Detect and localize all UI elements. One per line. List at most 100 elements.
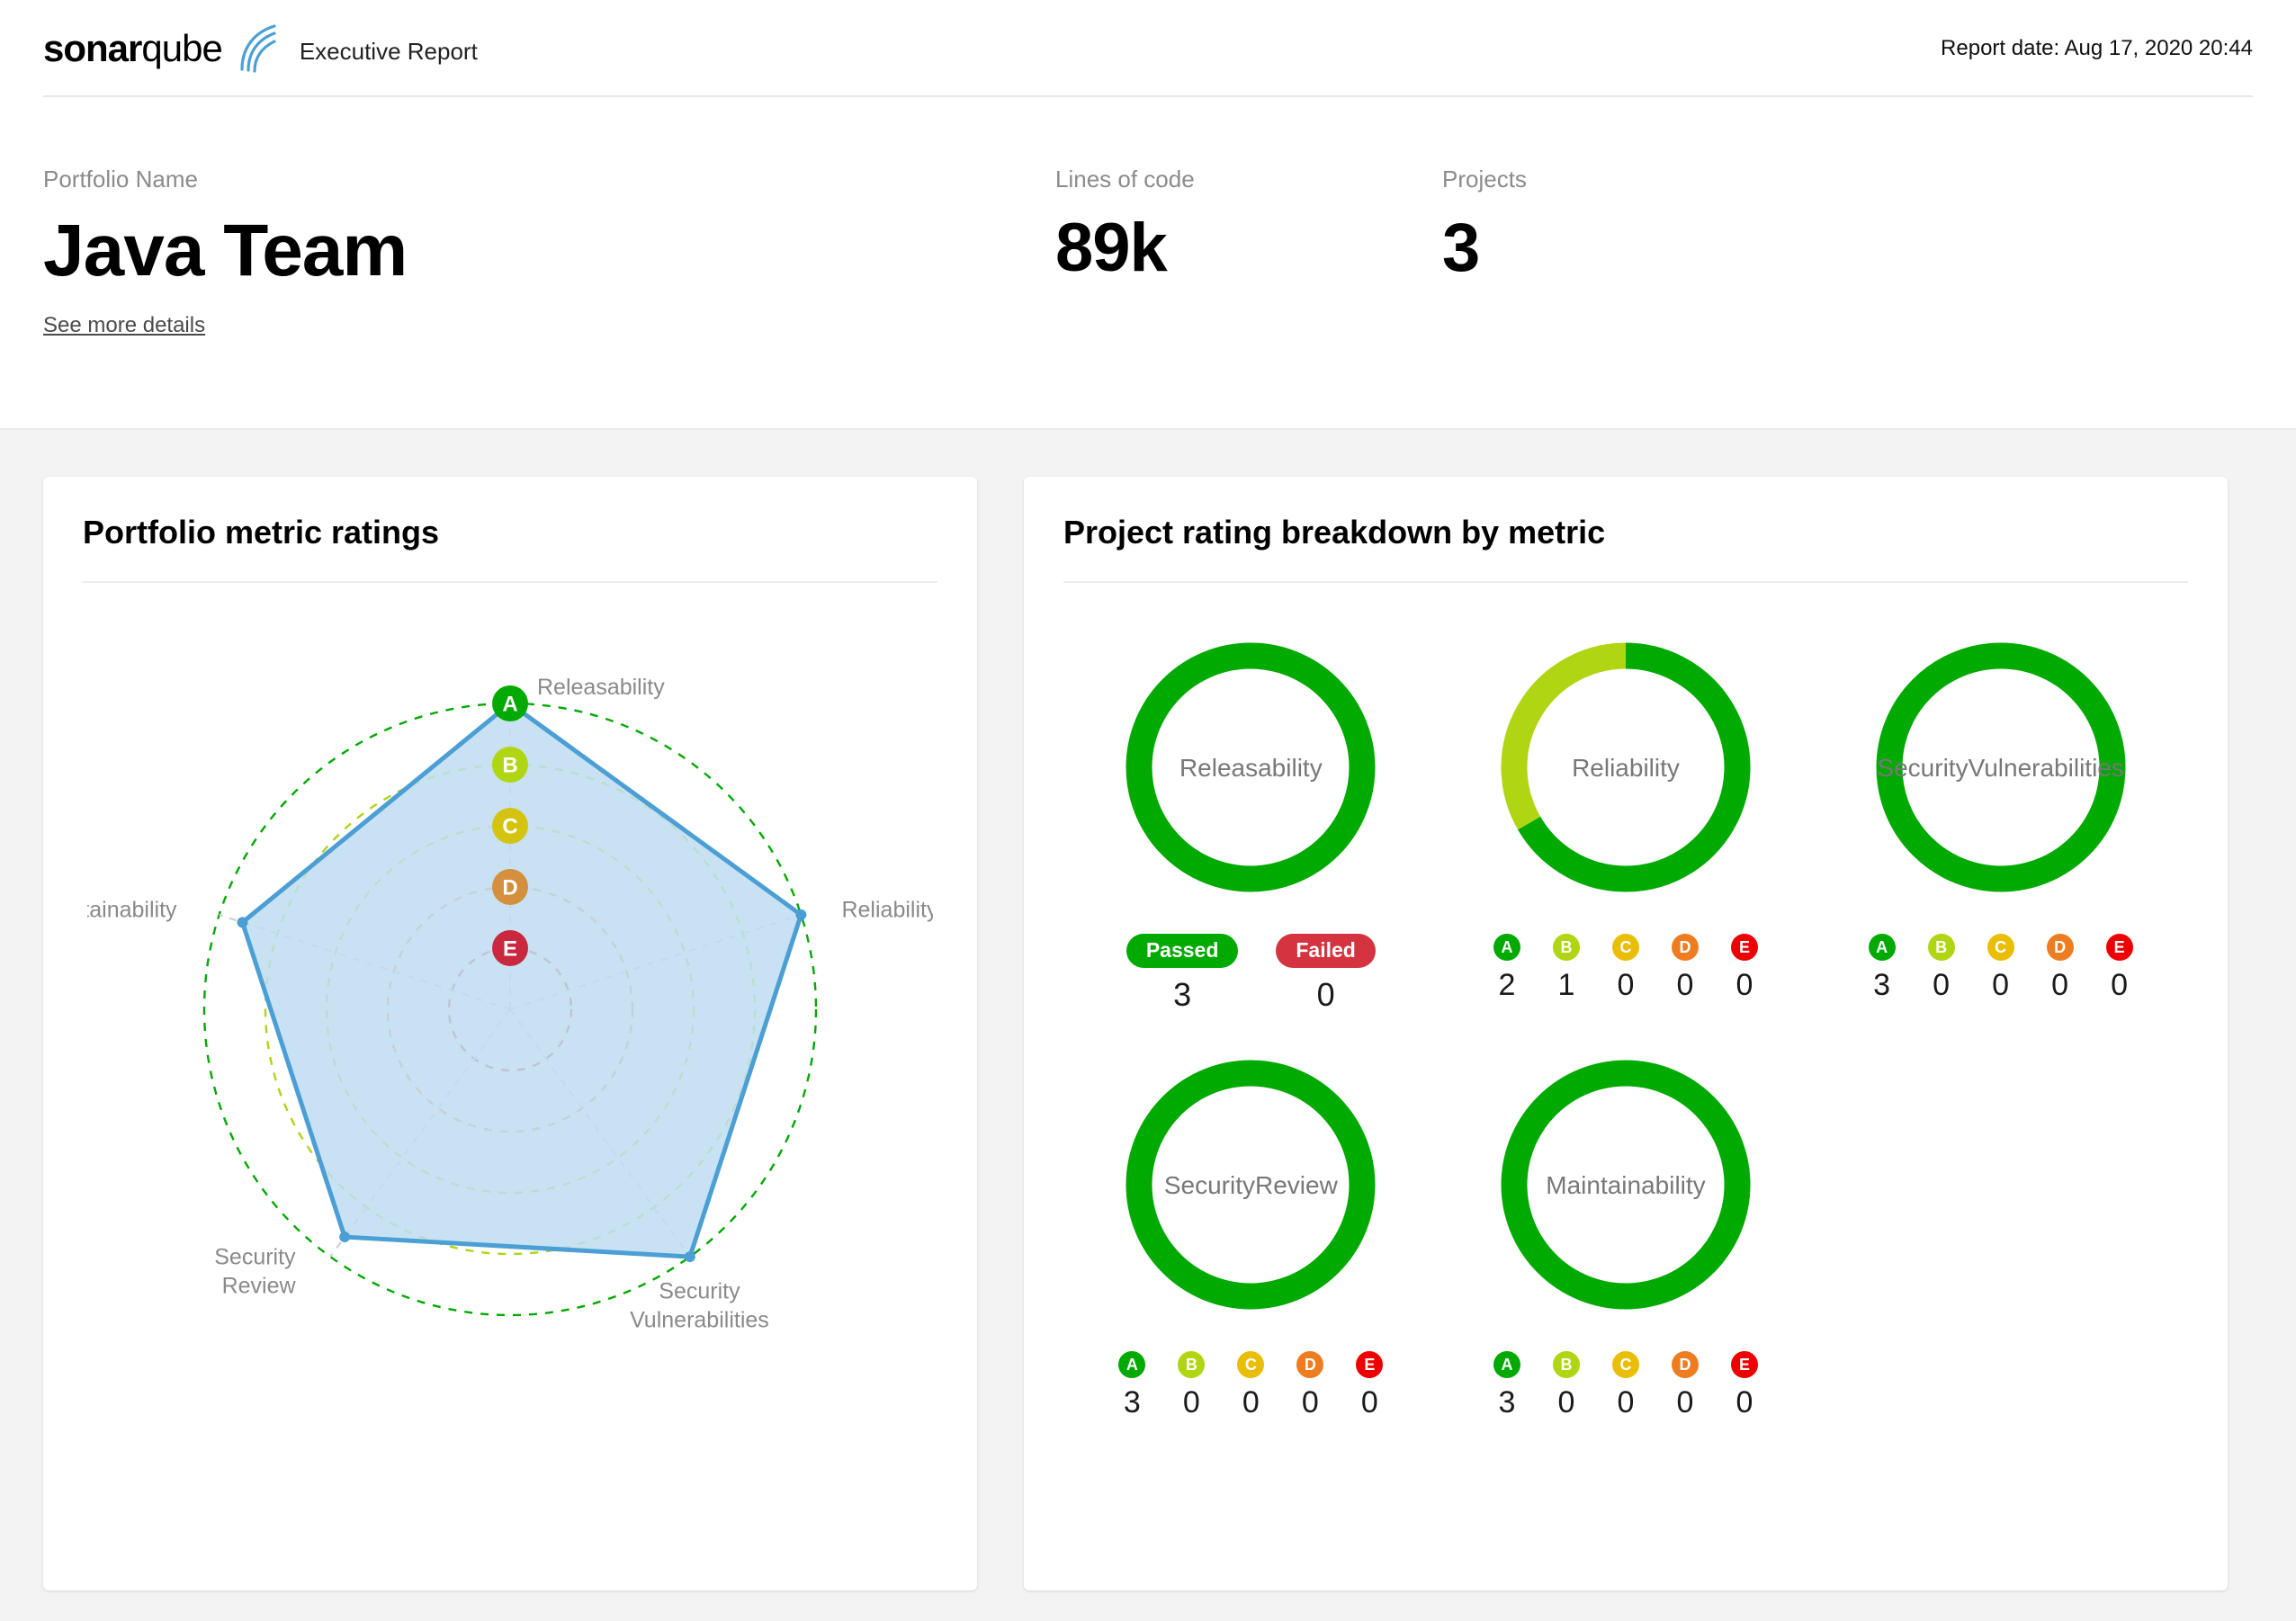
svg-text:D: D (502, 876, 517, 900)
donut-segment-Passed (1126, 642, 1376, 892)
rating-chip-D: D (2046, 934, 2074, 961)
rating-chip-A: A (1493, 934, 1520, 961)
rating-legend-item-C: C0 (1971, 934, 2031, 1000)
radar-card-title: Portfolio metric ratings (83, 514, 440, 551)
rating-legend-item-E: E0 (1340, 1351, 1399, 1418)
radar-rating-badge-E: E (492, 930, 528, 966)
app-header: sonarqube Executive Report Report date: … (0, 0, 2296, 97)
donut-segment-A (1501, 1060, 1751, 1310)
radar-axis-label: Reliability (841, 897, 933, 922)
rating-legend-item-D: D0 (1655, 1351, 1715, 1418)
rating-chip-D: D (1296, 1351, 1324, 1378)
lines-of-code-block: Lines of code 89k (1055, 97, 1442, 284)
passfail-legend-releasability: Passed 3 Failed 0 (1126, 934, 1376, 1011)
rating-chip-C: C (1611, 1351, 1639, 1378)
radar-vertex-dot (237, 917, 248, 928)
rating-chip-C: C (1611, 934, 1639, 961)
rating-legend-reliability: A2B1C0D0E0 (1477, 934, 1774, 1000)
donut-cell-security-vulnerabilities: Security Vulnerabilities A 3 B 0 C 0 D 0 E 0 (1813, 624, 2188, 1011)
donut-grid: Releasability Passed 3 Failed 0 Reliability A 2… (1063, 592, 2188, 1448)
donut-segment-B (1501, 642, 1627, 830)
rating-count-B: 0 (1182, 1385, 1200, 1419)
donut-cell-releasability: Releasability Passed 3 Failed 0 (1063, 624, 1439, 1011)
donut-chart-maintainability[interactable]: Maintainability (1483, 1042, 1769, 1328)
sonar-wave-icon (240, 24, 276, 73)
rating-legend-item-E: E0 (1715, 1351, 1774, 1418)
rating-legend-item-A: A3 (1852, 934, 1912, 1000)
radar-axis-label: Security Review (214, 1245, 296, 1299)
projects-value: 3 (1442, 210, 1480, 286)
rating-chip-E: E (1356, 1351, 1384, 1378)
svg-text:B: B (502, 754, 517, 778)
radar-rating-badge-A: A (492, 685, 528, 721)
donut-chart-security-vulnerabilities[interactable]: Security Vulnerabilities (1858, 624, 2144, 910)
rating-legend-security-review: A3B0C0D0E0 (1102, 1351, 1399, 1418)
rating-count-B: 0 (1933, 968, 1951, 1002)
rating-legend-item-D: D0 (2031, 934, 2090, 1000)
rating-chip-C: C (1237, 1351, 1265, 1378)
donut-cell-security-review: Security Review A 3 B 0 C 0 D 0 E 0 (1063, 1042, 1439, 1418)
rating-count-A: 3 (1498, 1385, 1516, 1419)
donut-segment-A (1876, 642, 2126, 892)
rating-count-C: 0 (1992, 968, 2010, 1002)
rating-count-D: 0 (1676, 968, 1694, 1002)
rating-count-A: 2 (1498, 968, 1516, 1002)
lines-of-code-value: 89k (1055, 210, 1168, 286)
see-more-details-link[interactable]: See more details (43, 313, 205, 338)
passfail-count-failed: 0 (1316, 976, 1335, 1013)
radar-axis-label: Releasability (537, 675, 665, 700)
rating-count-B: 1 (1557, 968, 1575, 1002)
rating-chip-E: E (2105, 934, 2133, 961)
passfail-count-passed: 3 (1173, 976, 1192, 1013)
rating-chip-A: A (1493, 1351, 1520, 1378)
report-date: Report date: Aug 17, 2020 20:44 (1941, 36, 2253, 60)
rating-legend-item-A: A2 (1477, 934, 1537, 1000)
svg-text:C: C (502, 815, 517, 839)
portfolio-metric-ratings-card: Portfolio metric ratings A B C D E Releasabil… (43, 477, 977, 1590)
projects-label: Projects (1442, 166, 1527, 193)
rating-legend-item-A: A3 (1477, 1351, 1537, 1418)
radar-rating-badge-C: C (492, 808, 528, 844)
rating-count-C: 0 (1242, 1385, 1260, 1419)
rating-chip-E: E (1730, 934, 1758, 961)
portfolio-name-value: Java Team (43, 210, 408, 291)
radar-rating-badge-D: D (492, 869, 528, 905)
svg-text:E: E (503, 937, 517, 962)
rating-count-E: 0 (1360, 1385, 1378, 1419)
lines-of-code-label: Lines of code (1055, 166, 1195, 193)
rating-legend-item-A: A3 (1102, 1351, 1161, 1418)
rating-chip-D: D (1671, 1351, 1699, 1378)
rating-count-E: 0 (1735, 1385, 1753, 1419)
donut-chart-releasability[interactable]: Releasability (1108, 624, 1394, 910)
rating-chip-B: B (1552, 1351, 1580, 1378)
breakdown-card-divider (1063, 581, 2188, 583)
radar-axis-label: Maintainability (87, 897, 177, 922)
rating-legend-item-C: C0 (1596, 1351, 1655, 1418)
rating-legend-item-E: E0 (2090, 934, 2149, 1000)
rating-legend-item-E: E0 (1715, 934, 1774, 1000)
rating-count-E: 0 (2111, 968, 2129, 1002)
summary-band: Portfolio Name Java Team See more detail… (0, 97, 2296, 428)
rating-count-B: 0 (1557, 1385, 1575, 1419)
radar-chart-holder: A B C D E Releasability Reliability Security Vul… (83, 592, 937, 1414)
brand-logo[interactable]: sonarqube Executive Report (43, 24, 478, 73)
radar-card-divider (83, 581, 937, 583)
donut-chart-reliability[interactable]: Reliability (1483, 624, 1769, 910)
donut-cell-maintainability: Maintainability A 3 B 0 C 0 D 0 E 0 (1439, 1042, 1814, 1418)
donut-segment-A (1126, 1060, 1376, 1310)
rating-legend-security-vulnerabilities: A3B0C0D0E0 (1852, 934, 2149, 1000)
rating-legend-item-B: B0 (1912, 934, 1971, 1000)
rating-count-D: 0 (1301, 1385, 1319, 1419)
rating-chip-A: A (1868, 934, 1896, 961)
portfolio-radar-chart: A B C D E Releasability Reliability Security Vul… (87, 675, 933, 1333)
rating-legend-item-D: D0 (1280, 1351, 1340, 1418)
donut-chart-security-review[interactable]: Security Review (1108, 1042, 1394, 1328)
rating-count-D: 0 (2051, 968, 2069, 1002)
rating-legend-maintainability: A3B0C0D0E0 (1477, 1351, 1774, 1418)
radar-vertex-dot (684, 1251, 695, 1263)
rating-chip-E: E (1730, 1351, 1758, 1378)
portfolio-name-label: Portfolio Name (43, 166, 198, 193)
portfolio-summary-block: Portfolio Name Java Team See more detail… (43, 97, 1055, 338)
rating-count-A: 3 (1123, 1385, 1141, 1419)
sonarqube-wordmark: sonarqube (43, 30, 223, 67)
